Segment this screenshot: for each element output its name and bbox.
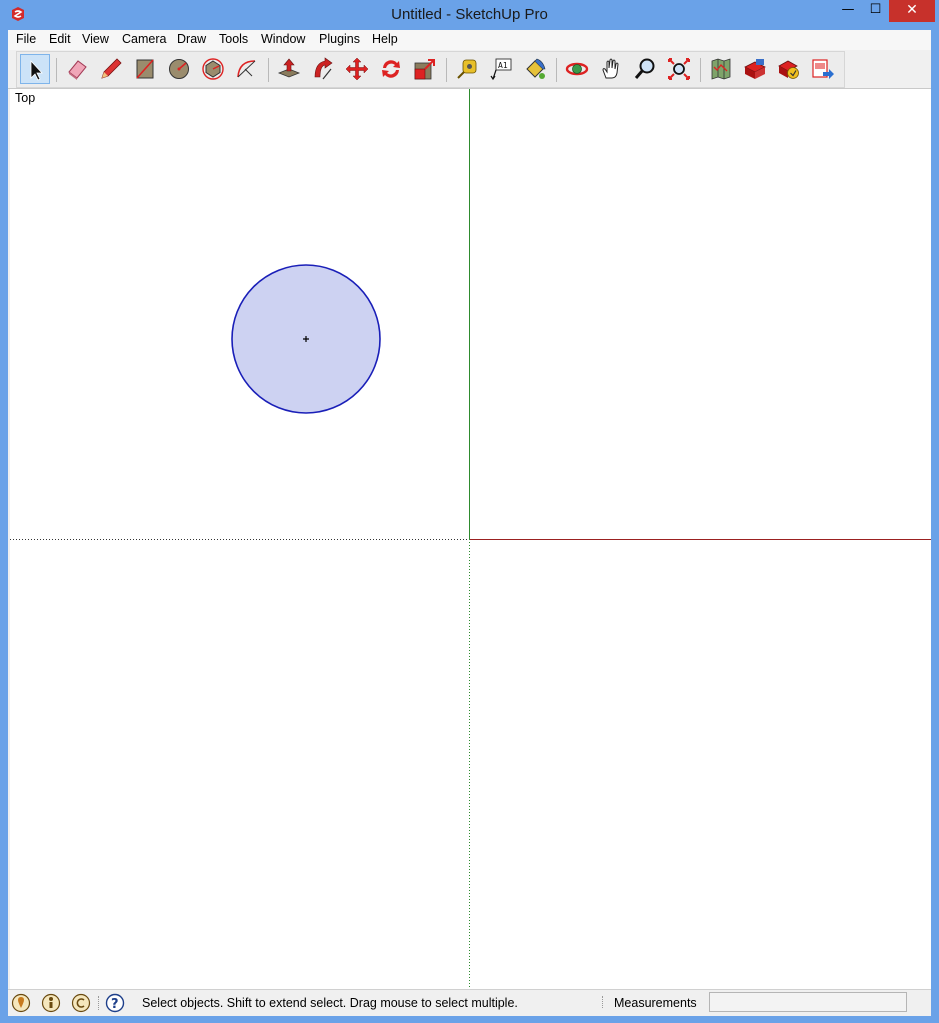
- menu-plugins[interactable]: Plugins: [319, 32, 360, 46]
- rotate-tool-button[interactable]: [376, 54, 406, 84]
- get-models-tool-button[interactable]: [706, 54, 736, 84]
- toolbar-separator: [446, 58, 447, 82]
- toolbar-separator: [556, 58, 557, 82]
- tape-measure-tool-button[interactable]: [452, 54, 482, 84]
- push-pull-tool-button[interactable]: [274, 54, 304, 84]
- tape-measure-icon: [457, 59, 477, 79]
- status-bar: ? Select objects. Shift to extend select…: [8, 989, 931, 1016]
- status-grip[interactable]: [602, 996, 605, 1008]
- menu-bar: File Edit View Camera Draw Tools Window …: [8, 30, 931, 51]
- rotate-icon: [382, 60, 400, 78]
- text-tool-button[interactable]: A1: [486, 54, 516, 84]
- share-component-tool-button[interactable]: [774, 54, 804, 84]
- polygon-tool-button[interactable]: [198, 54, 228, 84]
- eraser-tool-button[interactable]: [62, 54, 92, 84]
- rectangle-tool-button[interactable]: [130, 54, 160, 84]
- credits-icon[interactable]: [41, 993, 61, 1013]
- minimize-button[interactable]: —: [834, 0, 862, 22]
- share-model-icon: [744, 59, 766, 79]
- measurements-label: Measurements: [614, 996, 697, 1010]
- send-to-layout-tool-button[interactable]: [808, 54, 838, 84]
- menu-help[interactable]: Help: [372, 32, 398, 46]
- text-label-icon: A1: [490, 58, 512, 81]
- zoom-tool-button[interactable]: [630, 54, 660, 84]
- push-pull-icon: [277, 58, 301, 78]
- hand-icon: [602, 58, 619, 79]
- toolbar-separator: [700, 58, 701, 82]
- scale-tool-button[interactable]: [410, 54, 440, 84]
- menu-tools[interactable]: Tools: [219, 32, 248, 46]
- select-tool-button[interactable]: [20, 54, 50, 84]
- view-label: Top: [15, 91, 36, 105]
- magnifier-icon: [634, 58, 655, 79]
- svg-text:?: ?: [111, 997, 119, 1012]
- geo-location-icon[interactable]: [11, 993, 31, 1013]
- help-icon[interactable]: ?: [105, 993, 125, 1013]
- map-models-icon: [711, 58, 731, 80]
- maximize-button[interactable]: ☐: [862, 0, 889, 22]
- measurements-input[interactable]: [709, 992, 907, 1012]
- menu-draw[interactable]: Draw: [177, 32, 206, 46]
- share-component-icon: [778, 60, 799, 79]
- arrow-cursor-icon: [30, 59, 43, 81]
- status-instruction: Select objects. Shift to extend select. …: [142, 996, 518, 1010]
- paint-bucket-tool-button[interactable]: [520, 54, 550, 84]
- send-to-layout-icon: [812, 59, 834, 79]
- eraser-icon: [68, 60, 87, 80]
- zoom-extents-tool-button[interactable]: [664, 54, 694, 84]
- status-separator: [98, 996, 100, 1010]
- follow-me-icon: [314, 57, 333, 80]
- toolbar-separator: [56, 58, 57, 82]
- title-bar: Untitled - SketchUp Pro — ☐ ✕: [0, 0, 939, 30]
- move-tool-button[interactable]: [342, 54, 372, 84]
- window-title: Untitled - SketchUp Pro: [391, 6, 548, 23]
- drawing-viewport[interactable]: Top: [10, 89, 931, 989]
- menu-window[interactable]: Window: [261, 32, 305, 46]
- app-frame: File Edit View Camera Draw Tools Window …: [8, 30, 931, 1016]
- model-scene[interactable]: [10, 89, 931, 989]
- copyright-icon[interactable]: [71, 993, 91, 1013]
- move-arrows-icon: [345, 57, 369, 81]
- pan-tool-button[interactable]: [596, 54, 626, 84]
- svg-text:A1: A1: [498, 61, 508, 70]
- menu-file[interactable]: File: [16, 32, 36, 46]
- menu-edit[interactable]: Edit: [49, 32, 71, 46]
- orbit-icon: [565, 62, 589, 76]
- scale-icon: [414, 59, 435, 80]
- toolbar: A1: [8, 50, 931, 89]
- menu-camera[interactable]: Camera: [122, 32, 166, 46]
- zoom-extents-icon: [668, 58, 690, 80]
- close-button[interactable]: ✕: [889, 0, 935, 22]
- toolbar-separator: [268, 58, 269, 82]
- pencil-icon: [101, 58, 122, 79]
- line-tool-button[interactable]: [96, 54, 126, 84]
- paint-bucket-icon: [526, 58, 546, 79]
- polygon-icon: [202, 58, 224, 80]
- share-model-tool-button[interactable]: [740, 54, 770, 84]
- menu-view[interactable]: View: [82, 32, 109, 46]
- follow-me-tool-button[interactable]: [308, 54, 338, 84]
- arc-tool-button[interactable]: [232, 54, 262, 84]
- circle-tool-button[interactable]: [164, 54, 194, 84]
- orbit-tool-button[interactable]: [562, 54, 592, 84]
- circle-icon: [169, 59, 189, 79]
- rectangle-icon: [136, 59, 154, 79]
- arc-icon: [237, 60, 256, 78]
